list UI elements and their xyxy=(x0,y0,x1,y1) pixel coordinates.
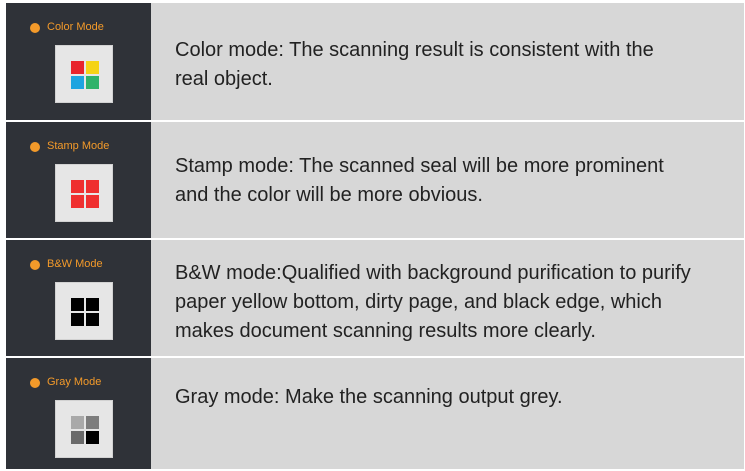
radio-dot-icon[interactable] xyxy=(30,259,40,270)
icon-square xyxy=(71,61,84,74)
icon-square xyxy=(71,431,84,444)
mode-label: B&W Mode xyxy=(47,258,103,270)
mode-description-panel: Gray mode: Make the scanning output grey… xyxy=(151,358,744,469)
mode-label: Gray Mode xyxy=(47,376,102,388)
icon-square xyxy=(71,76,84,89)
mode-description: Color mode: The scanning result is consi… xyxy=(175,39,654,90)
mode-label: Stamp Mode xyxy=(47,140,110,152)
icon-square xyxy=(86,180,99,193)
mode-description: Stamp mode: The scanned seal will be mor… xyxy=(175,155,664,206)
icon-square xyxy=(86,61,99,74)
icon-square xyxy=(86,298,99,311)
mode-sidebar: Stamp Mode xyxy=(6,122,151,238)
mode-sidebar: Gray Mode xyxy=(6,358,151,469)
mode-row-gray: Gray Mode Gray mode: Make the scanning o… xyxy=(6,358,744,469)
icon-square xyxy=(71,298,84,311)
bw-mode-icon[interactable] xyxy=(55,282,113,340)
mode-header[interactable]: Color Mode xyxy=(30,21,104,34)
icon-square xyxy=(71,180,84,193)
mode-row-stamp: Stamp Mode Stamp mode: The scanned seal … xyxy=(6,122,744,238)
mode-description-panel: Color mode: The scanning result is consi… xyxy=(151,3,744,120)
mode-label: Color Mode xyxy=(47,21,104,33)
stamp-mode-icon[interactable] xyxy=(55,164,113,222)
radio-dot-icon[interactable] xyxy=(30,377,40,388)
mode-description: B&W mode:Qualified with background purif… xyxy=(175,262,691,342)
icon-square xyxy=(86,431,99,444)
radio-dot-icon[interactable] xyxy=(30,141,40,152)
radio-dot-icon[interactable] xyxy=(30,22,40,33)
mode-header[interactable]: Gray Mode xyxy=(30,376,101,389)
icon-square xyxy=(71,416,84,429)
scan-modes-table: Color Mode Color mode: The scanning resu… xyxy=(6,3,744,469)
mode-sidebar: Color Mode xyxy=(6,3,151,120)
mode-row-bw: B&W Mode B&W mode:Qualified with backgro… xyxy=(6,240,744,356)
icon-square xyxy=(71,195,84,208)
icon-square xyxy=(86,416,99,429)
icon-square xyxy=(86,195,99,208)
mode-description: Gray mode: Make the scanning output grey… xyxy=(175,386,563,408)
mode-sidebar: B&W Mode xyxy=(6,240,151,356)
mode-description-panel: B&W mode:Qualified with background purif… xyxy=(151,240,744,356)
icon-square xyxy=(86,76,99,89)
mode-header[interactable]: B&W Mode xyxy=(30,258,103,271)
mode-description-panel: Stamp mode: The scanned seal will be mor… xyxy=(151,122,744,238)
gray-mode-icon[interactable] xyxy=(55,400,113,458)
mode-header[interactable]: Stamp Mode xyxy=(30,140,109,153)
icon-square xyxy=(86,313,99,326)
color-mode-icon[interactable] xyxy=(55,45,113,103)
icon-square xyxy=(71,313,84,326)
mode-row-color: Color Mode Color mode: The scanning resu… xyxy=(6,3,744,120)
